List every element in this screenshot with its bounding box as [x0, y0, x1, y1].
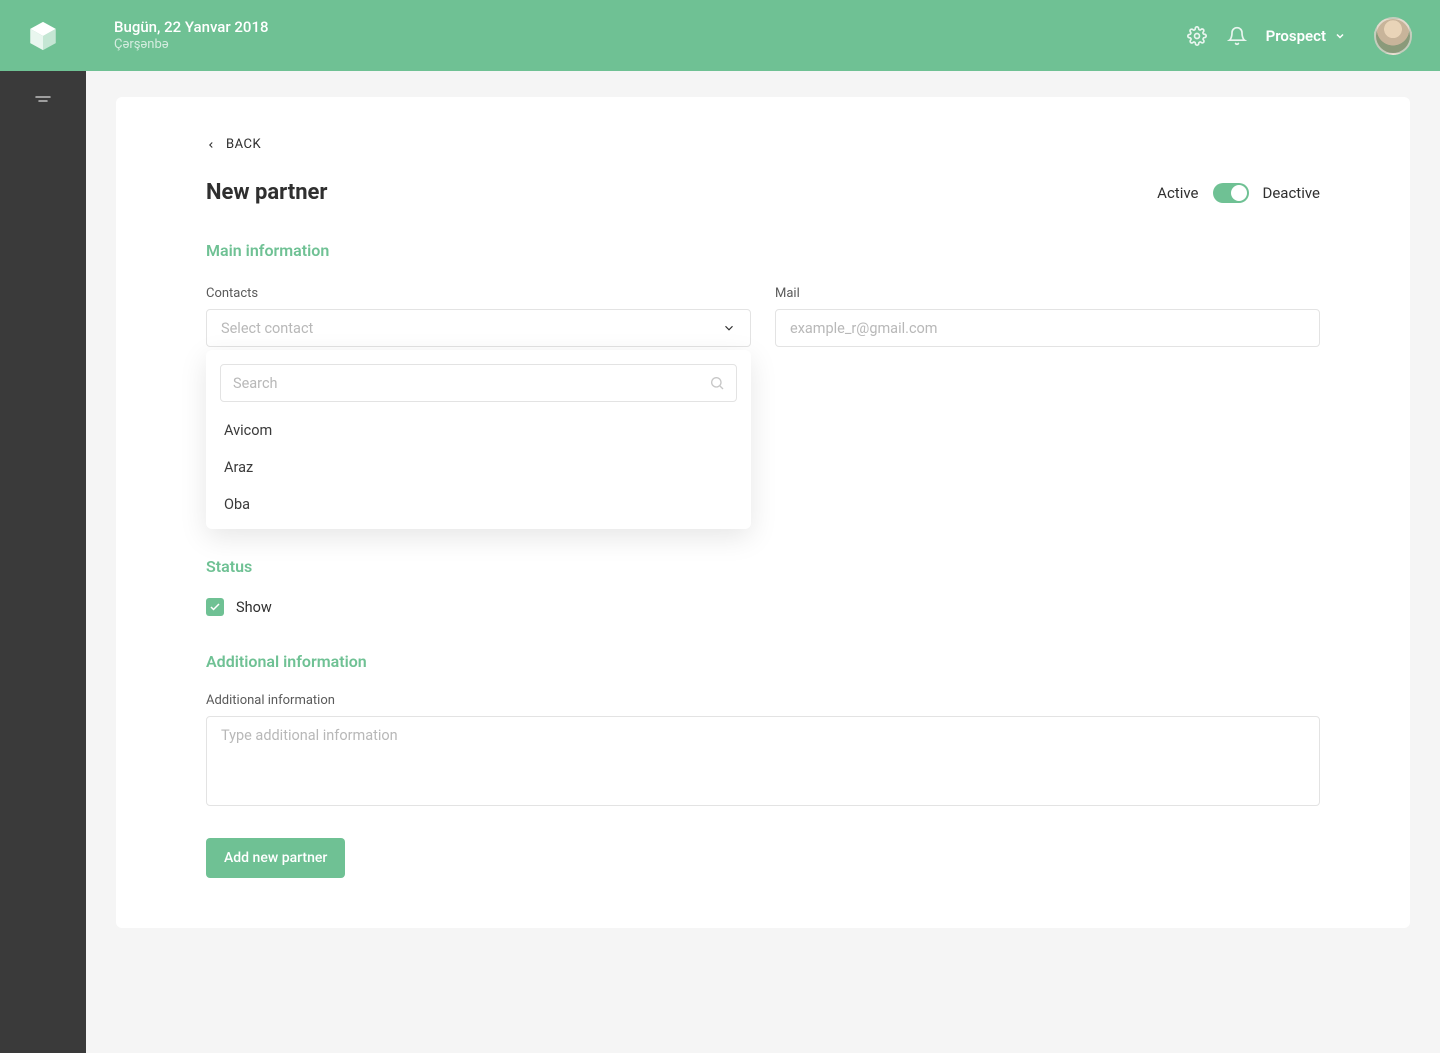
card: BACK New partner Active Deactive Main in…: [116, 97, 1410, 928]
main-info-heading: Main information: [206, 241, 1320, 260]
user-menu-label: Prospect: [1266, 27, 1326, 45]
contacts-dropdown: Avicom Araz Oba: [206, 350, 751, 529]
toggle-knob: [1231, 185, 1247, 201]
contacts-field: Contacts Select contact: [206, 286, 751, 347]
dropdown-search: [220, 364, 737, 402]
settings-icon[interactable]: [1186, 25, 1208, 47]
page-title: New partner: [206, 180, 327, 205]
show-label: Show: [236, 599, 272, 616]
dropdown-list[interactable]: Avicom Araz Oba: [220, 412, 737, 523]
chevron-down-icon: [1334, 30, 1346, 42]
avatar[interactable]: [1374, 17, 1412, 55]
bell-icon[interactable]: [1226, 25, 1248, 47]
sidebar: [0, 0, 86, 1053]
dropdown-item[interactable]: Avicom: [220, 412, 733, 449]
show-checkbox[interactable]: [206, 598, 224, 616]
active-label: Active: [1157, 184, 1198, 202]
logo[interactable]: [0, 0, 86, 71]
contacts-label: Contacts: [206, 286, 751, 301]
status-toggle-group: Active Deactive: [1157, 183, 1320, 203]
date-line: Bugün, 22 Yanvar 2018: [114, 18, 269, 37]
additional-heading: Additional information: [206, 652, 1320, 671]
menu-icon[interactable]: [35, 91, 51, 110]
content: BACK New partner Active Deactive Main in…: [86, 71, 1440, 1053]
day-line: Çərşənbə: [114, 37, 269, 53]
back-button[interactable]: BACK: [206, 137, 1320, 152]
add-new-partner-button[interactable]: Add new partner: [206, 838, 345, 878]
deactive-label: Deactive: [1263, 184, 1321, 202]
back-label: BACK: [226, 137, 261, 152]
mail-field: Mail: [775, 286, 1320, 347]
chevron-left-icon: [206, 138, 216, 152]
mail-input[interactable]: [775, 309, 1320, 347]
contacts-placeholder: Select contact: [221, 320, 313, 337]
main: Bugün, 22 Yanvar 2018 Çərşənbə: [86, 0, 1440, 1053]
additional-textarea[interactable]: [206, 716, 1320, 806]
active-toggle[interactable]: [1213, 183, 1249, 203]
mail-label: Mail: [775, 286, 1320, 301]
chevron-down-icon: [722, 321, 736, 335]
box-icon: [26, 19, 60, 53]
search-icon: [709, 375, 725, 391]
additional-label: Additional information: [206, 693, 1320, 708]
dropdown-search-input[interactable]: [220, 364, 737, 402]
topbar: Bugün, 22 Yanvar 2018 Çərşənbə: [86, 0, 1440, 71]
check-icon: [209, 601, 221, 613]
dropdown-item[interactable]: Araz: [220, 449, 733, 486]
status-heading: Status: [206, 557, 1320, 576]
user-menu[interactable]: Prospect: [1266, 27, 1346, 45]
contacts-select[interactable]: Select contact: [206, 309, 751, 347]
date-block: Bugün, 22 Yanvar 2018 Çərşənbə: [114, 18, 269, 53]
dropdown-item[interactable]: Oba: [220, 486, 733, 523]
